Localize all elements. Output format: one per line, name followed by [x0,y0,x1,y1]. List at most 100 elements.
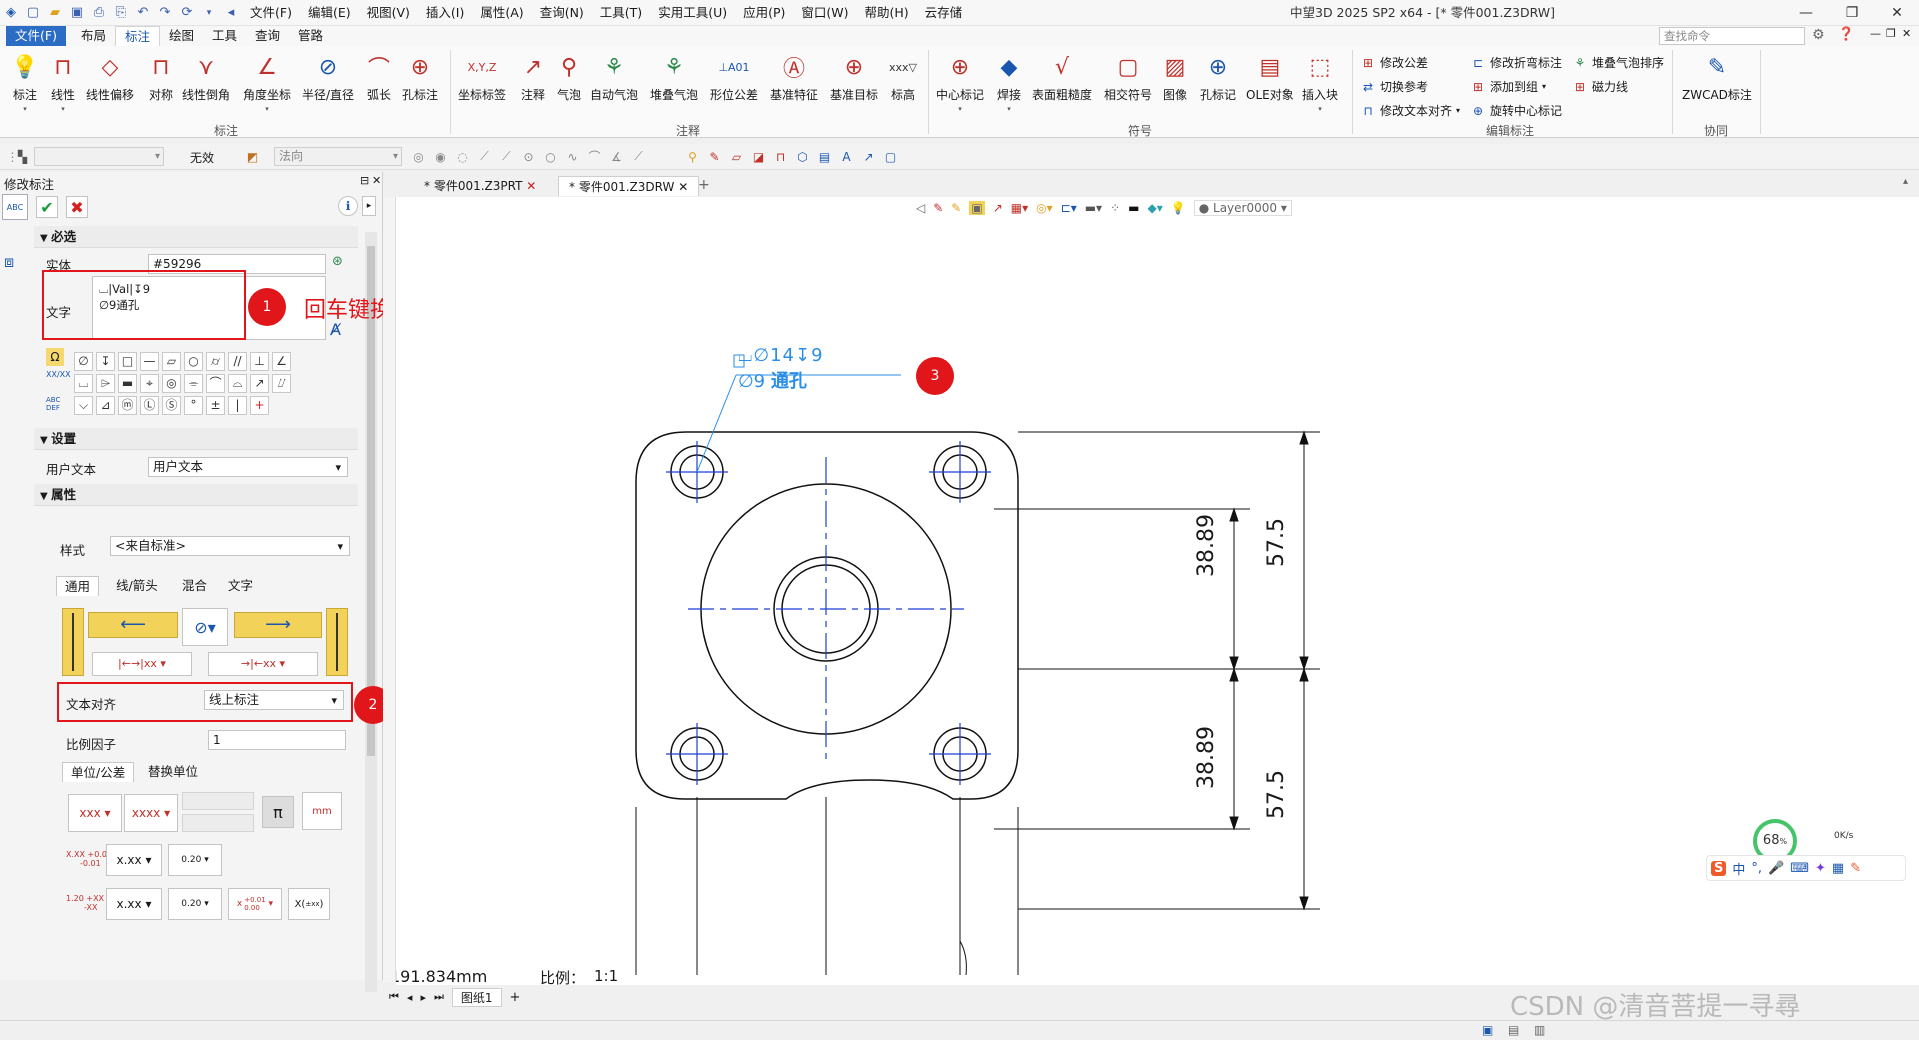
edit-magnet-line[interactable]: ⊞ 磁力线 [1572,78,1628,95]
back-icon[interactable]: ◂ [222,4,240,22]
right-bar-icon[interactable] [326,608,348,676]
symbol-button[interactable]: ▱ [162,352,181,371]
snap-curve-icon[interactable]: ∿ [564,148,581,165]
menu-edit[interactable]: 编辑(E) [300,0,359,26]
symbol-button[interactable]: ⊥ [250,352,269,371]
doc-tab-drawing[interactable]: * 零件001.Z3DRW ✕ [558,176,700,196]
panel-expand-icon[interactable]: ▸ [362,196,376,216]
ribbon-btn-intersect[interactable]: ▢ 相交符号 [1104,52,1152,103]
tool-4-icon[interactable]: ◪ [750,148,767,165]
sheet-next-icon[interactable]: ▸ [420,991,426,1004]
add-sheet-icon[interactable]: + [510,990,521,1005]
close-tab-icon[interactable]: ✕ [678,180,688,194]
arrow-left-button[interactable]: ⟵ [88,612,178,638]
symbol-button[interactable]: ⌒ [206,374,225,393]
ribbon-btn-radius[interactable]: ⊘ 半径/直径 [302,52,354,103]
pick-icon[interactable]: ◩ [244,148,261,165]
symbol-button[interactable]: ◎ [162,374,181,393]
snap-perp-icon[interactable]: ⟋ [476,148,493,165]
snap-point-icon[interactable]: ⟋ [630,148,647,165]
symbol-button[interactable]: Ⓢ [162,396,181,415]
symbol-button[interactable]: // [228,352,247,371]
symbol-button[interactable]: + [250,396,269,415]
ribbon-btn-ole[interactable]: ▤ OLE对象 [1246,52,1294,103]
ribbon-btn-gdt[interactable]: ⊥A01 形位公差 [710,52,758,103]
scale-factor-field[interactable]: 1 [208,730,346,750]
tol-style-2-icon[interactable]: 1.20 +XX -XX [66,894,104,912]
status-icon-2[interactable]: ▤ [1508,1023,1519,1037]
ribbon-btn-stack-balloon[interactable]: ⚘ 堆叠气泡 [650,52,698,103]
subtab-mixed[interactable]: 混合 [174,576,215,596]
snap-mid-icon[interactable]: ◉ [432,148,449,165]
print-preview-icon[interactable]: ⎘ [112,4,130,22]
unit-format-1-button[interactable]: xxx ▾ [68,794,122,832]
command-search-input[interactable]: 查找命令 [1659,27,1805,45]
ribbon-btn-dimension[interactable]: 💡 标注 ▾ [10,52,40,114]
tool-10-icon[interactable]: ▢ [882,148,899,165]
status-icon-3[interactable]: ▥ [1534,1023,1545,1037]
panel-mode-view-icon[interactable]: ⧈ [4,252,26,274]
undo-icon[interactable]: ↶ [134,4,152,22]
menu-insert[interactable]: 插入(I) [418,0,472,26]
tool-5-icon[interactable]: ⊓ [772,148,789,165]
close-tab-icon[interactable]: ✕ [526,179,536,193]
ribbon-btn-arclength[interactable]: ⌒ 弧长 [364,52,394,103]
subtab-text[interactable]: 文字 [220,576,261,596]
symbol-button[interactable]: ∅ [74,352,93,371]
arrow-right-button[interactable]: ⟶ [234,612,322,638]
sheet-last-icon[interactable]: ⏭ [434,990,444,1004]
tab-draw[interactable]: 绘图 [160,26,203,46]
dim-placement-left-button[interactable]: |←→|xx ▾ [92,652,192,676]
edit-text-align[interactable]: ⊓ 修改文本对齐 ▾ [1360,102,1460,119]
precision-1-button[interactable]: x.xx ▾ [106,844,162,876]
symbol-button[interactable]: ⌓ [228,374,247,393]
panel-pin-icon[interactable]: ⊟ [360,174,369,187]
ribbon-btn-linear-chamfer[interactable]: ⋎ 线性倒角 [182,52,230,103]
ribbon-btn-linear-offset[interactable]: ◇ 线性偏移 [86,52,134,103]
symbol-button[interactable]: ± [206,396,225,415]
symbol-button[interactable]: — [140,352,159,371]
doc-tab-part[interactable]: * 零件001.Z3PRT ✕ [414,176,546,196]
ribbon-btn-balloon[interactable]: ⚲ 气泡 [554,52,584,103]
unit-field-b[interactable] [182,814,254,832]
symbol-button[interactable]: ⌵ [74,396,93,415]
ribbon-btn-angle[interactable]: ∠ 角度坐标 ▾ [243,52,291,114]
tol-x-button[interactable]: x +0.01 0.00 ▾ [228,888,282,920]
panel-scrollbar[interactable] [365,232,377,992]
edit-add-to-group[interactable]: ⊞ 添加到组 ▾ [1470,78,1546,95]
close-window-icon[interactable]: ✕ [1875,0,1919,26]
tab-piping[interactable]: 管路 [289,26,332,46]
minimize-icon[interactable]: — [1784,0,1828,26]
canvas-collapse-icon[interactable]: ▴ [1903,176,1908,187]
menu-cloud[interactable]: 云存储 [917,0,971,26]
dimension-style-icon[interactable]: ⊘▾ [182,608,228,646]
symbol-button[interactable]: ⌭ [206,352,225,371]
ribbon-btn-elevation[interactable]: xxx▽ 标高 [888,52,918,103]
symbol-button[interactable]: ↗ [250,374,269,393]
ribbon-btn-auto-balloon[interactable]: ⚘ 自动气泡 [590,52,638,103]
edit-stack-balloon-sort[interactable]: ⚘ 堆叠气泡排序 [1572,54,1664,71]
tol-value-2-button[interactable]: 0.20 ▾ [168,888,222,920]
tab-layout[interactable]: 布局 [72,26,115,46]
symbol-tab-fraction[interactable]: XX/XX [46,370,71,392]
symbol-button[interactable]: ⊿ [96,396,115,415]
confirm-button[interactable]: ✔ [36,196,58,218]
redo-icon[interactable]: ↷ [156,4,174,22]
symbol-button[interactable]: Ⓛ [140,396,159,415]
open-file-icon[interactable]: ▰ [46,4,64,22]
entity-pick-icon[interactable]: ⊛ [332,254,343,269]
edit-rotate-center[interactable]: ⊕ 旋转中心标记 [1470,102,1562,119]
menu-tools[interactable]: 工具(T) [592,0,650,26]
symbol-button[interactable]: ○ [184,352,203,371]
drawing-canvas[interactable]: ◁ ✎ ✎ ▣ ↗ ▦▾ ◎▾ ⊏▾ ▬▾ ⁘ ▬ ◆▾ 💡 ● Layer00… [390,197,1919,987]
subtab-line-arrow[interactable]: 线/箭头 [108,576,166,596]
settings-gear-icon[interactable]: ⚙ [1812,27,1825,43]
menu-view[interactable]: 视图(V) [359,0,418,26]
edit-switch-ref[interactable]: ⇄ 切换参考 [1360,78,1428,95]
help-icon[interactable]: ❓ [1838,27,1854,42]
new-tab-icon[interactable]: + [698,177,710,193]
unit-field-a[interactable] [182,792,254,810]
edit-modify-bend[interactable]: ⊏ 修改折弯标注 [1470,54,1562,71]
tab-annotate[interactable]: 标注 [114,26,160,46]
ribbon-btn-insert-block[interactable]: ⬚ 插入块 ▾ [1302,52,1338,114]
